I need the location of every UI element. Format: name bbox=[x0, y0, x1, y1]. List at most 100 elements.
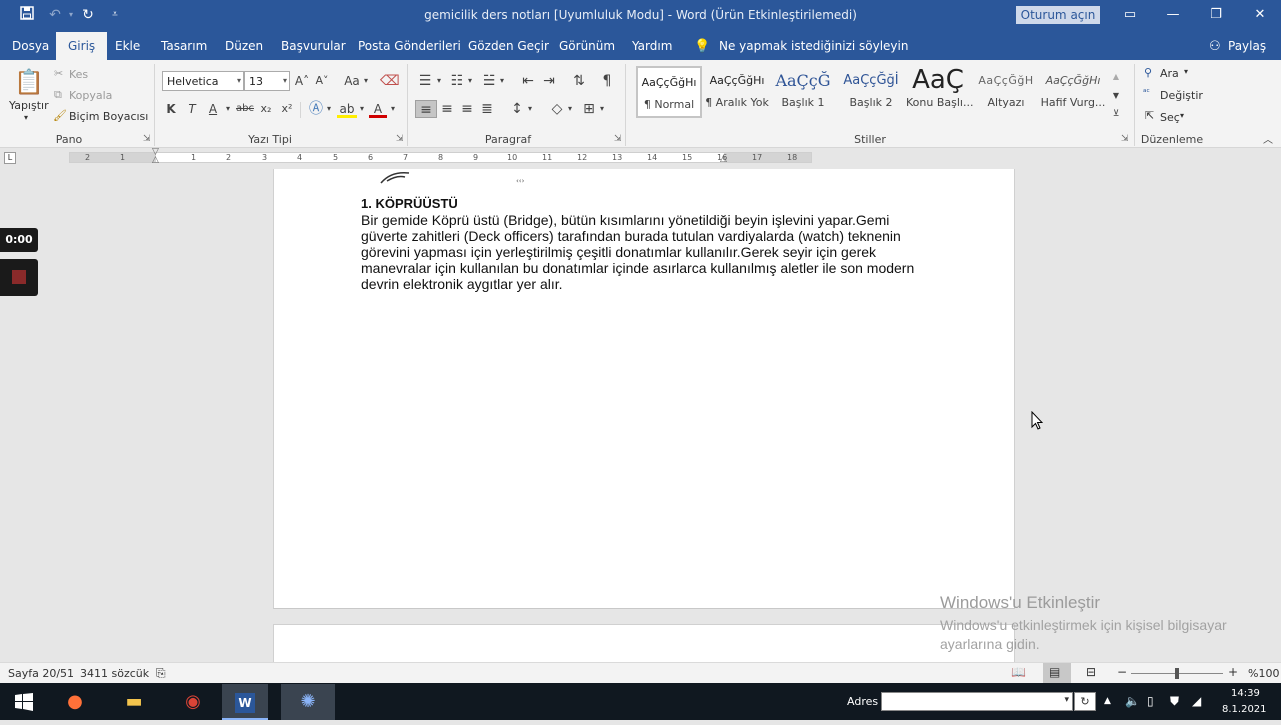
start-icon[interactable] bbox=[2, 684, 46, 720]
bold-button[interactable]: K bbox=[164, 100, 178, 118]
minimize-icon[interactable]: — bbox=[1162, 6, 1184, 24]
tab-layout[interactable]: Düzen bbox=[225, 39, 263, 53]
grow-font-icon[interactable]: A˄ bbox=[294, 72, 310, 90]
tab-home[interactable]: Giriş bbox=[56, 32, 108, 60]
format-painter-button[interactable]: Biçim Boyacısı bbox=[69, 110, 148, 123]
paste-icon[interactable]: 📋 bbox=[14, 66, 44, 98]
chevron-down-icon[interactable]: ▾ bbox=[325, 100, 333, 118]
change-case-icon[interactable]: Aa bbox=[341, 72, 363, 90]
replace-button[interactable]: Değiştir bbox=[1160, 89, 1203, 102]
recorder-app-icon[interactable]: ✺ bbox=[281, 684, 335, 720]
chevron-down-icon[interactable]: ▾ bbox=[1184, 67, 1188, 76]
recorder-stop-button[interactable] bbox=[0, 259, 38, 296]
ribbon-display-options-icon[interactable]: ▭ bbox=[1119, 6, 1141, 24]
tab-selector-icon[interactable]: L bbox=[4, 152, 16, 164]
style-heading-1[interactable]: AaÇçĞ Başlık 1 bbox=[772, 66, 834, 118]
borders-icon[interactable]: ⊞ bbox=[580, 100, 598, 118]
styles-scroll-down-icon[interactable]: ▼ bbox=[1110, 87, 1122, 105]
font-size-combo[interactable]: 13 ▾ bbox=[244, 71, 290, 91]
chevron-down-icon[interactable]: ▾ bbox=[389, 100, 397, 118]
chevron-down-icon[interactable]: ▾ bbox=[435, 72, 443, 90]
next-document-page[interactable] bbox=[273, 624, 1015, 664]
style-subtle-emphasis[interactable]: AaÇçĞğHı Hafif Vurg... bbox=[1040, 66, 1106, 118]
zoom-in-icon[interactable]: + bbox=[1228, 665, 1238, 679]
find-button[interactable]: Ara bbox=[1160, 67, 1179, 80]
page-indicator[interactable]: Sayfa 20/51 bbox=[8, 667, 74, 680]
clock-time[interactable]: 14:39 bbox=[1231, 688, 1260, 699]
style-no-spacing[interactable]: AaÇçĞğHı ¶ Aralık Yok bbox=[704, 66, 770, 118]
file-explorer-icon[interactable]: ▬ bbox=[112, 684, 156, 720]
chrome-icon[interactable]: ◉ bbox=[171, 684, 215, 720]
tell-me-search[interactable]: Ne yapmak istediğinizi söyleyin bbox=[719, 39, 908, 53]
read-mode-icon[interactable]: 📖 bbox=[1011, 665, 1026, 679]
align-left-icon[interactable]: ≡ bbox=[415, 100, 437, 118]
style-normal[interactable]: AaÇçĞğHı ¶ Normal bbox=[636, 66, 702, 118]
style-subtitle[interactable]: AaÇçĞğH Altyazı bbox=[974, 66, 1038, 118]
tab-references[interactable]: Başvurular bbox=[281, 39, 346, 53]
paste-button[interactable]: Yapıştır bbox=[9, 99, 49, 112]
address-input[interactable]: ▾ bbox=[881, 692, 1073, 711]
horizontal-ruler[interactable]: 2 1 1 2 3 4 5 6 7 8 9 10 11 12 13 14 15 … bbox=[69, 152, 812, 163]
paste-dropdown-icon[interactable]: ▾ bbox=[24, 113, 28, 122]
battery-icon[interactable]: ▯ bbox=[1147, 694, 1154, 708]
word-taskbar-button[interactable]: W bbox=[222, 684, 268, 720]
web-layout-icon[interactable]: ⊟ bbox=[1086, 665, 1096, 679]
document-page[interactable]: ‹‹› 1. KÖPRÜÜSTÜ Bir gemide Köprü üstü (… bbox=[273, 169, 1015, 609]
tab-file[interactable]: Dosya bbox=[12, 39, 49, 53]
word-count[interactable]: 3411 sözcük bbox=[80, 667, 149, 680]
highlight-icon[interactable]: ab bbox=[337, 100, 357, 118]
styles-launcher-icon[interactable]: ⇲ bbox=[1121, 134, 1129, 144]
align-center-icon[interactable]: ≡ bbox=[438, 100, 456, 118]
multilevel-list-icon[interactable]: ☱ bbox=[480, 72, 498, 90]
chevron-down-icon[interactable]: ▾ bbox=[224, 100, 232, 118]
font-launcher-icon[interactable]: ⇲ bbox=[396, 134, 404, 144]
italic-button[interactable]: T bbox=[185, 100, 199, 118]
clipboard-launcher-icon[interactable]: ⇲ bbox=[143, 134, 151, 144]
tab-review[interactable]: Gözden Geçir bbox=[468, 39, 549, 53]
text-effects-icon[interactable]: Ⓐ bbox=[307, 100, 325, 118]
tab-help[interactable]: Yardım bbox=[632, 39, 672, 53]
styles-scroll-up-icon[interactable]: ▲ bbox=[1110, 68, 1122, 86]
strikethrough-button[interactable]: abc bbox=[235, 100, 255, 118]
tab-design[interactable]: Tasarım bbox=[161, 39, 207, 53]
close-icon[interactable]: ✕ bbox=[1249, 6, 1271, 24]
maximize-icon[interactable]: ❐ bbox=[1205, 6, 1227, 24]
font-name-combo[interactable]: Helvetica ▾ bbox=[162, 71, 244, 91]
justify-icon[interactable]: ≣ bbox=[478, 100, 496, 118]
chevron-down-icon[interactable]: ▾ bbox=[1180, 111, 1184, 120]
tab-view[interactable]: Görünüm bbox=[559, 39, 615, 53]
chevron-down-icon[interactable]: ▾ bbox=[362, 72, 370, 90]
select-button[interactable]: Seç bbox=[1160, 111, 1180, 124]
bullets-icon[interactable]: ☰ bbox=[416, 72, 434, 90]
styles-more-icon[interactable]: ⊻ bbox=[1110, 105, 1122, 123]
zoom-out-icon[interactable]: − bbox=[1117, 665, 1127, 679]
first-line-indent-marker[interactable]: ▽ △ bbox=[152, 148, 159, 165]
chevron-down-icon[interactable]: ▾ bbox=[498, 72, 506, 90]
chevron-down-icon[interactable]: ▾ bbox=[526, 100, 534, 118]
subscript-button[interactable]: x₂ bbox=[257, 100, 275, 118]
numbering-icon[interactable]: ☷ bbox=[448, 72, 466, 90]
chevron-down-icon[interactable]: ▾ bbox=[466, 72, 474, 90]
align-right-icon[interactable]: ≡ bbox=[458, 100, 476, 118]
clear-formatting-icon[interactable]: ⌫ bbox=[380, 72, 400, 90]
cut-button[interactable]: Kes bbox=[69, 68, 88, 81]
paragraph-launcher-icon[interactable]: ⇲ bbox=[614, 134, 622, 144]
shrink-font-icon[interactable]: A˅ bbox=[314, 72, 330, 90]
proofing-icon[interactable]: ⎘ bbox=[156, 666, 166, 681]
security-icon[interactable]: ⛊ bbox=[1170, 694, 1179, 709]
refresh-icon[interactable]: ↻ bbox=[1074, 692, 1096, 711]
superscript-button[interactable]: x² bbox=[278, 100, 296, 118]
shading-icon[interactable]: ◇ bbox=[548, 100, 566, 118]
underline-button[interactable]: A bbox=[206, 100, 220, 118]
style-heading-2[interactable]: AaÇçĞğİ Başlık 2 bbox=[838, 66, 904, 118]
zoom-slider-thumb[interactable] bbox=[1175, 668, 1179, 679]
chevron-down-icon[interactable]: ▾ bbox=[358, 100, 366, 118]
show-formatting-icon[interactable]: ¶ bbox=[598, 72, 616, 90]
chevron-down-icon[interactable]: ▾ bbox=[598, 100, 606, 118]
tab-insert[interactable]: Ekle bbox=[115, 39, 140, 53]
share-button[interactable]: Paylaş bbox=[1228, 39, 1266, 53]
network-icon[interactable]: ◢ bbox=[1192, 694, 1201, 708]
copy-button[interactable]: Kopyala bbox=[69, 89, 112, 102]
tab-mailings[interactable]: Posta Gönderileri bbox=[358, 39, 461, 53]
sign-in-button[interactable]: Oturum açın bbox=[1016, 6, 1100, 24]
